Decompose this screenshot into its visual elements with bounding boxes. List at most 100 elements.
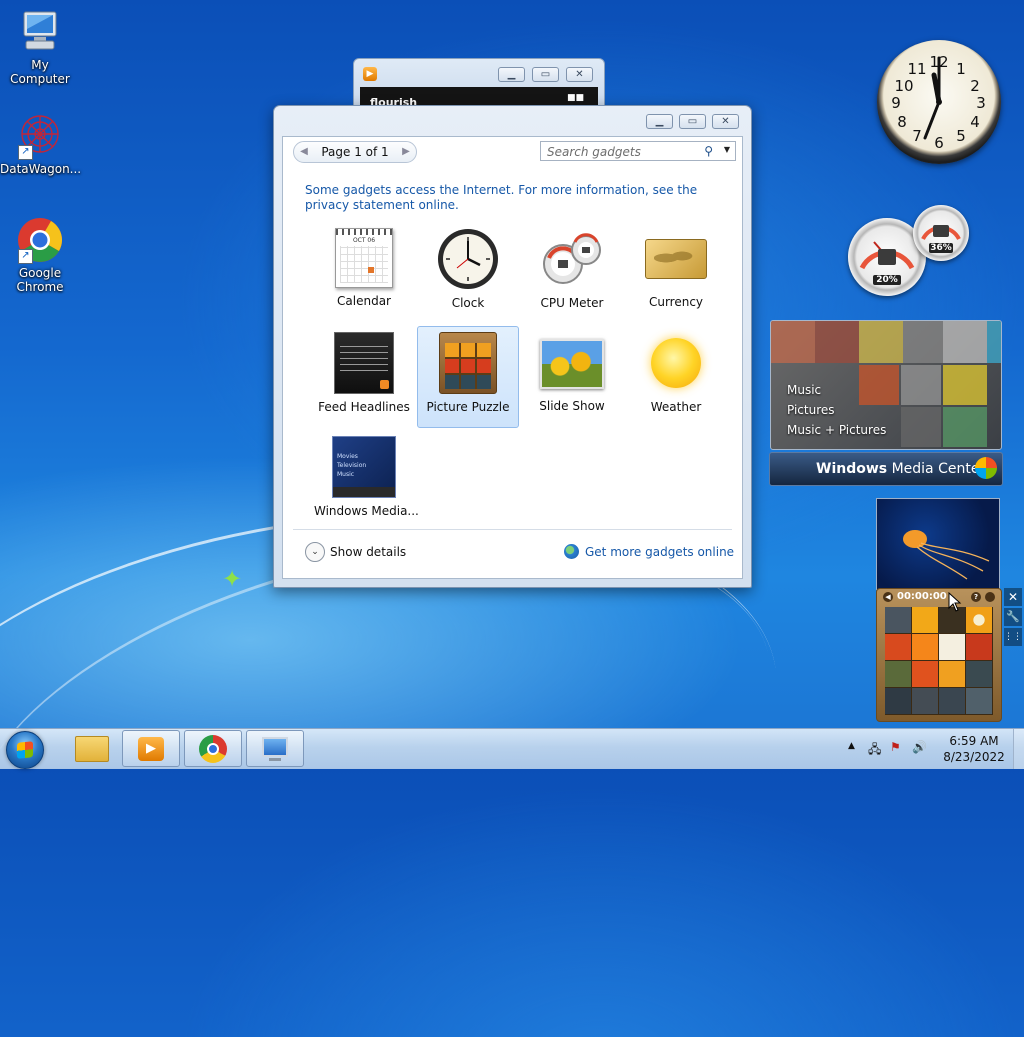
puzzle-tile[interactable] [912,688,938,714]
puzzle-help-icon[interactable]: ? [971,592,981,602]
network-icon[interactable]: 🖧 [868,740,881,761]
desktop-icon-my-computer[interactable]: My Computer [0,8,80,86]
wmc-thumb-bar [333,487,395,497]
close-button[interactable]: ✕ [566,67,593,82]
windows-logo-icon [17,741,33,759]
gadget-picture-puzzle[interactable]: Picture Puzzle [417,326,519,428]
puzzle-tile[interactable] [966,688,992,714]
puzzle-tile[interactable] [885,688,911,714]
desktop-icon-label: DataWagon... [0,162,82,176]
start-button[interactable] [6,731,44,769]
desktop-icon-label: Google Chrome [16,266,64,294]
clock-gadget[interactable]: 12123 4567 891011 [877,40,1001,164]
picture-puzzle-gadget[interactable]: ◀ 00:00:00 ? [876,588,1002,722]
memory-meter-gadget[interactable]: 36% [913,205,969,261]
puzzle-tile[interactable] [912,661,938,687]
feed-lines [340,341,388,371]
taskbar-explorer[interactable] [62,730,120,767]
puzzle-tile[interactable] [939,688,965,714]
svg-text:4: 4 [970,113,980,131]
gadget-drag-handle-icon[interactable]: ⋮⋮ [1004,628,1022,646]
close-icon: ✕ [575,69,584,80]
gadget-close-button[interactable]: ✕ [1004,588,1022,606]
layout-toggle-icon[interactable]: ■■ [567,93,584,103]
next-page-button[interactable]: ▶ [398,144,414,160]
gadget-currency[interactable]: Currency [625,222,727,324]
puzzle-picture-icon[interactable] [985,592,995,602]
calendar-month: OCT 06 [352,237,376,244]
gadget-cpu-meter[interactable]: CPU Meter [521,222,623,324]
memory-percent: 36% [929,243,953,253]
show-details-button[interactable]: ⌄ Show details [305,542,415,562]
puzzle-tile[interactable] [885,607,911,633]
taskbar-remote-desktop[interactable] [246,730,304,767]
puzzle-tiles [445,343,491,389]
gadget-slide-show[interactable]: Slide Show [521,326,623,428]
gadget-calendar[interactable]: OCT 06 Calendar [313,222,415,324]
action-center-icon[interactable]: ⚑ [890,740,901,754]
search-icon[interactable]: ⚲ [704,144,713,158]
svg-text:3: 3 [976,94,986,112]
minimize-button[interactable]: ▁ [646,114,673,129]
wmc-tile [943,407,987,447]
wmc-tile [987,321,1001,363]
maximize-button[interactable]: ▭ [532,67,559,82]
clock-time[interactable]: 6:59 AM [936,734,1012,748]
calendar-icon: OCT 06 [335,228,393,288]
puzzle-tile[interactable] [885,661,911,687]
gadget-clock[interactable]: Clock [417,222,519,324]
gadget-feed-headlines[interactable]: Feed Headlines [313,326,415,428]
puzzle-tile[interactable] [939,661,965,687]
maximize-icon: ▭ [687,116,698,127]
puzzle-tile[interactable] [939,634,965,660]
get-more-gadgets-link[interactable]: Get more gadgets online [564,544,734,562]
wmc-tile [859,365,899,405]
gadget-name: CPU Meter [540,296,604,310]
wmc-menu-music[interactable]: Music [787,383,821,397]
gadget-name: Calendar [337,294,391,308]
volume-icon[interactable]: 🔊 [912,740,927,754]
previous-page-button[interactable]: ◀ [296,144,312,160]
feed-headlines-icon [334,332,394,394]
taskbar-media-player[interactable]: ▶ [122,730,180,767]
maximize-button[interactable]: ▭ [679,114,706,129]
puzzle-tile[interactable] [966,661,992,687]
desktop-icon-datawagon[interactable]: ↗ DataWagon... [0,112,82,176]
gadget-options-wrench-icon[interactable]: 🔧 [1004,608,1022,626]
show-hidden-icons-button[interactable]: ▲ [848,741,855,751]
privacy-info-link[interactable]: Some gadgets access the Internet. For mo… [305,183,725,213]
puzzle-tile[interactable] [912,607,938,633]
show-desktop-button[interactable] [1013,729,1024,769]
slide-show-gadget[interactable] [876,498,1000,590]
clock-date[interactable]: 8/23/2022 [936,750,1012,764]
gadget-weather[interactable]: Weather [625,326,727,428]
calendar-binding [336,229,392,235]
puzzle-tile[interactable] [966,607,992,633]
footer-divider [293,529,732,530]
svg-text:6: 6 [934,134,944,152]
media-center-gadget[interactable]: Music Pictures Music + Pictures [770,320,1002,450]
media-player-icon: ▶ [138,737,164,761]
rss-icon [380,380,389,389]
wmc-menu-pictures[interactable]: Pictures [787,403,835,417]
cpu-percent: 20% [873,275,901,285]
calendar-grid [340,246,388,283]
puzzle-tile[interactable] [885,634,911,660]
wmc-tile [771,321,815,363]
media-player-icon: ▶ [363,67,377,81]
taskbar-chrome[interactable] [184,730,242,767]
gadget-windows-media-center[interactable]: Movies Television Music Windows Media... [313,430,419,532]
media-center-bar-title: Windows Media Center [816,461,985,477]
search-dropdown-icon[interactable]: ▼ [724,145,730,154]
desktop-icon-google-chrome[interactable]: ↗ Google Chrome [0,216,80,294]
desktop-icon-label: My Computer [10,58,70,86]
wmc-menu-music-pictures[interactable]: Music + Pictures [787,423,886,437]
weather-icon [645,332,707,394]
close-button[interactable]: ✕ [712,114,739,129]
puzzle-back-icon[interactable]: ◀ [883,592,893,602]
puzzle-tile[interactable] [966,634,992,660]
puzzle-tile[interactable] [912,634,938,660]
search-gadgets-input[interactable]: Search gadgets ⚲ ▼ [540,141,736,161]
media-center-bar[interactable]: Windows Media Center [769,452,1003,486]
minimize-button[interactable]: ▁ [498,67,525,82]
